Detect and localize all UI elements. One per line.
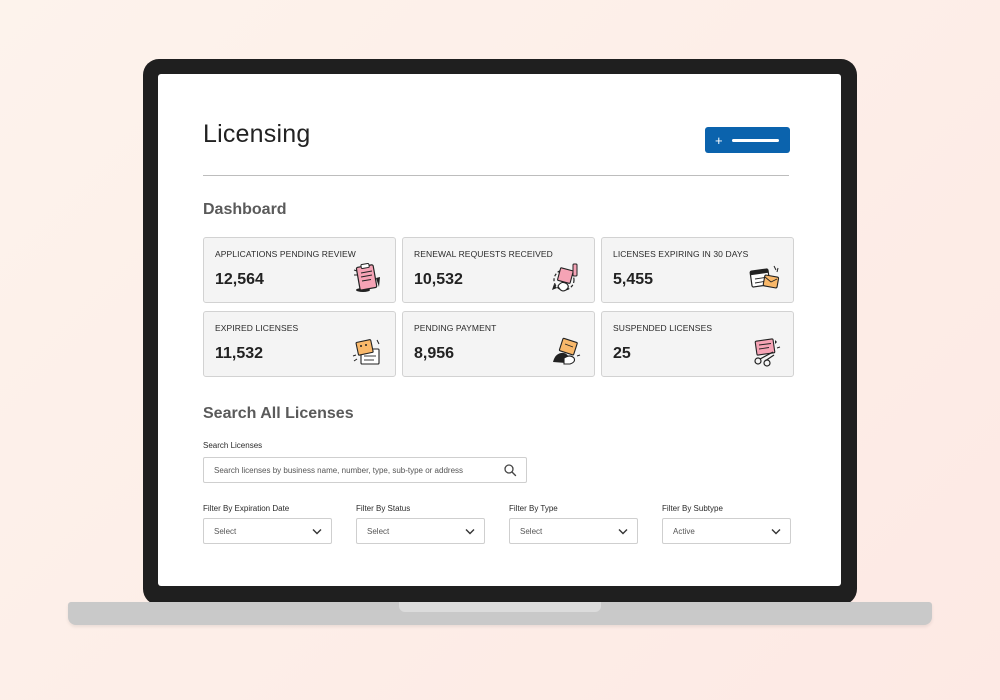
chevron-down-icon — [312, 528, 322, 534]
filter-expiration-label: Filter By Expiration Date — [203, 504, 290, 513]
app-screen: Licensing + Dashboard APPLICATIONS PENDI… — [158, 74, 841, 586]
search-section-title: Search All Licenses — [203, 405, 354, 422]
header-divider — [203, 175, 789, 176]
stat-card-label: EXPIRED LICENSES — [215, 323, 299, 333]
filter-status-select[interactable]: Select — [356, 518, 485, 544]
stat-card-label: RENEWAL REQUESTS RECEIVED — [414, 249, 553, 259]
stat-card-value: 5,455 — [613, 271, 654, 288]
filter-subtype-select[interactable]: Active — [662, 518, 791, 544]
button-label-placeholder — [731, 138, 779, 142]
expired-license-icon — [352, 339, 380, 365]
stat-card-expiring-licenses[interactable]: LICENSES EXPIRING IN 30 DAYS 5,455 — [601, 237, 794, 303]
search-input[interactable] — [203, 457, 527, 483]
stat-card-expired-licenses[interactable]: EXPIRED LICENSES 11,532 — [203, 311, 396, 377]
stat-card-pending-payment[interactable]: PENDING PAYMENT 8,956 — [402, 311, 595, 377]
stat-card-value: 8,956 — [414, 345, 455, 362]
dashboard-title: Dashboard — [203, 201, 287, 218]
stat-card-label: LICENSES EXPIRING IN 30 DAYS — [613, 249, 749, 259]
filter-status-label: Filter By Status — [356, 504, 411, 513]
search-label: Search Licenses — [203, 441, 263, 450]
filter-subtype-label: Filter By Subtype — [662, 504, 723, 513]
add-license-button[interactable]: + — [705, 127, 790, 153]
payment-icon — [553, 337, 581, 365]
stat-card-renewal-requests[interactable]: RENEWAL REQUESTS RECEIVED 10,532 — [402, 237, 595, 303]
filter-type-label: Filter By Type — [509, 504, 558, 513]
select-value: Select — [520, 526, 543, 536]
stat-card-label: APPLICATIONS PENDING REVIEW — [215, 249, 356, 259]
select-value: Select — [214, 526, 237, 536]
stat-card-value: 25 — [613, 345, 631, 362]
page-title: Licensing — [203, 120, 311, 148]
plus-icon: + — [715, 132, 723, 148]
suspended-license-icon — [754, 338, 781, 367]
stat-card-value: 11,532 — [215, 345, 264, 362]
chevron-down-icon — [771, 528, 781, 534]
stat-card-value: 10,532 — [414, 271, 463, 288]
filter-expiration-select[interactable]: Select — [203, 518, 332, 544]
filter-type-select[interactable]: Select — [509, 518, 638, 544]
stat-card-suspended-licenses[interactable]: SUSPENDED LICENSES 25 — [601, 311, 794, 377]
stat-card-label: SUSPENDED LICENSES — [613, 323, 713, 333]
chevron-down-icon — [618, 528, 628, 534]
stat-card-label: PENDING PAYMENT — [414, 323, 497, 333]
clipboard-icon — [353, 262, 380, 292]
search-icon[interactable] — [503, 463, 517, 477]
laptop-notch — [399, 602, 601, 612]
calendar-icon — [749, 265, 780, 289]
select-value: Select — [367, 526, 390, 536]
stat-card-value: 12,564 — [215, 271, 264, 288]
chevron-down-icon — [465, 528, 475, 534]
stat-card-applications-pending[interactable]: APPLICATIONS PENDING REVIEW 12,564 — [203, 237, 396, 303]
renewal-icon — [552, 263, 578, 292]
select-value: Active — [673, 526, 695, 536]
